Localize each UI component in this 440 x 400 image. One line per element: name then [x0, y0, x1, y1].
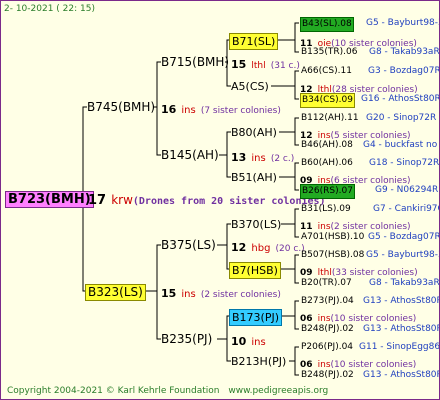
b715-info: 15 lthl (31 c.)	[231, 56, 300, 73]
b715-breeder: lthl	[251, 61, 266, 71]
leaf-queen-id[interactable]: B135(TR).06	[300, 46, 358, 59]
queen-a5[interactable]: A5(CS)	[229, 79, 271, 94]
b145-info: 13 ins (2 c.)	[231, 149, 294, 166]
leaf-line-tag: G20 - Sinop72R	[366, 113, 437, 123]
queen-b213[interactable]: B213H(PJ)	[229, 354, 288, 369]
queen-b370[interactable]: B370(LS)	[229, 217, 283, 232]
dam-breeder: ins	[181, 289, 196, 300]
dam-info: 15 ins (2 sister colonies)	[161, 285, 281, 302]
queen-b145[interactable]: B145(AH)	[159, 148, 221, 163]
leaf-line-tag: G5 - Bozdag07R	[368, 232, 440, 242]
leaf-line-tag: G3 - Bozdag07R	[368, 66, 440, 76]
queen-b7[interactable]: B7(HSB)	[229, 262, 281, 279]
leaf-queen-id[interactable]: B46(AH).08	[300, 139, 354, 152]
leaf-line-tag: G8 - Takab93aR	[369, 278, 440, 288]
leaf-queen-id[interactable]: B34(CS).09	[300, 93, 355, 108]
leaf-line-tag: G4 - buckfast no	[363, 140, 438, 150]
leaf-queen-id[interactable]: B507(HSB).08	[300, 249, 365, 262]
leaf-line-tag: G8 - Takab93aR	[369, 47, 440, 57]
root-drones-note: (Drones from 20 sister colonies)	[132, 196, 326, 207]
b145-breeder: ins	[251, 153, 266, 164]
pedigree-canvas: 2- 10-2021 ( 22: 15) B723(BMH) 17 krw(Dr…	[0, 0, 440, 400]
leaf-queen-id[interactable]: B112(AH).11	[300, 112, 360, 125]
queen-b80[interactable]: B80(AH)	[229, 125, 279, 140]
root-breeder: krw	[111, 193, 133, 207]
copyright-label: Copyright 2004-2021 © Karl Kehrle Founda…	[7, 386, 220, 396]
leaf-queen-id[interactable]: P206(PJ).04	[300, 341, 354, 354]
sire-generation: 16	[161, 103, 177, 116]
leaf-line-tag: G5 - Bayburt98-3	[366, 250, 440, 260]
queen-b51[interactable]: B51(AH)	[229, 170, 279, 185]
leaf-queen-id[interactable]: B26(RS).07	[300, 184, 355, 199]
b235-generation: 10	[231, 335, 247, 348]
leaf-queen-id[interactable]: B248(PJ).02	[300, 323, 355, 336]
leaf-line-tag: G11 - SinopEgg86R	[359, 342, 440, 352]
leaf-queen-id[interactable]: B20(TR).07	[300, 277, 353, 290]
sire-queen[interactable]: B745(BMH)	[85, 100, 157, 115]
leaf-queen-id[interactable]: B43(SL).08	[300, 17, 354, 32]
leaf-queen-id[interactable]: A66(CS).11	[300, 65, 353, 78]
root-queen[interactable]: B723(BMH)	[5, 191, 94, 208]
leaf-queen-id[interactable]: B31(LS).09	[300, 203, 352, 216]
report-date: 2- 10-2021 ( 22: 15)	[4, 4, 95, 14]
queen-b235[interactable]: B235(PJ)	[159, 332, 214, 347]
root-generation: 17	[88, 193, 107, 208]
leaf-queen-id[interactable]: B60(AH).06	[300, 157, 354, 170]
queen-b375[interactable]: B375(LS)	[159, 238, 218, 253]
sire-note: (7 sister colonies)	[200, 106, 281, 116]
b375-breeder: hbg	[251, 243, 271, 254]
leaf-queen-id[interactable]: B273(PJ).04	[300, 295, 355, 308]
queen-b71[interactable]: B71(SL)	[229, 33, 279, 50]
leaf-line-tag: G7 - Cankiri97Q	[373, 204, 440, 214]
leaf-line-tag: G16 - AthosSt80R	[361, 94, 440, 104]
leaf-queen-id[interactable]: A701(HSB).10	[300, 231, 365, 244]
b235-breeder: ins	[251, 337, 266, 348]
b375-info: 12 hbg (20 c.)	[231, 239, 305, 256]
leaf-line-tag: G5 - Bayburt98-3	[366, 18, 440, 28]
root-info: 17 krw(Drones from 20 sister colonies)	[88, 192, 326, 208]
site-link[interactable]: www.pedigreeapis.org	[228, 386, 328, 396]
queen-b173[interactable]: B173(PJ)	[229, 309, 283, 326]
leaf-line-tag: G13 - AthosSt80R	[363, 370, 440, 380]
sire-info: 16 ins (7 sister colonies)	[161, 101, 281, 118]
copyright-text: Copyright 2004-2021 © Karl Kehrle Founda…	[7, 385, 328, 398]
b145-generation: 13	[231, 151, 247, 164]
leaf-line-tag: G9 - N06294R	[375, 185, 439, 195]
b235-info: 10 ins	[231, 333, 266, 349]
dam-generation: 15	[161, 287, 177, 300]
b375-generation: 12	[231, 241, 247, 254]
b715-generation: 15	[231, 58, 247, 71]
dam-note: (2 sister colonies)	[200, 290, 281, 300]
dam-queen[interactable]: B323(LS)	[85, 284, 146, 301]
b715-note: (31 c.)	[270, 61, 300, 71]
sire-breeder: ins	[181, 105, 196, 116]
leaf-line-tag: G13 - AthosSt80R	[363, 324, 440, 334]
queen-b715[interactable]: B715(BMH)	[159, 55, 231, 70]
leaf-queen-id[interactable]: B248(PJ).02	[300, 369, 355, 382]
b145-note: (2 c.)	[270, 154, 295, 164]
leaf-line-tag: G13 - AthosSt80R	[363, 296, 440, 306]
leaf-line-tag: G18 - Sinop72R	[369, 158, 440, 168]
